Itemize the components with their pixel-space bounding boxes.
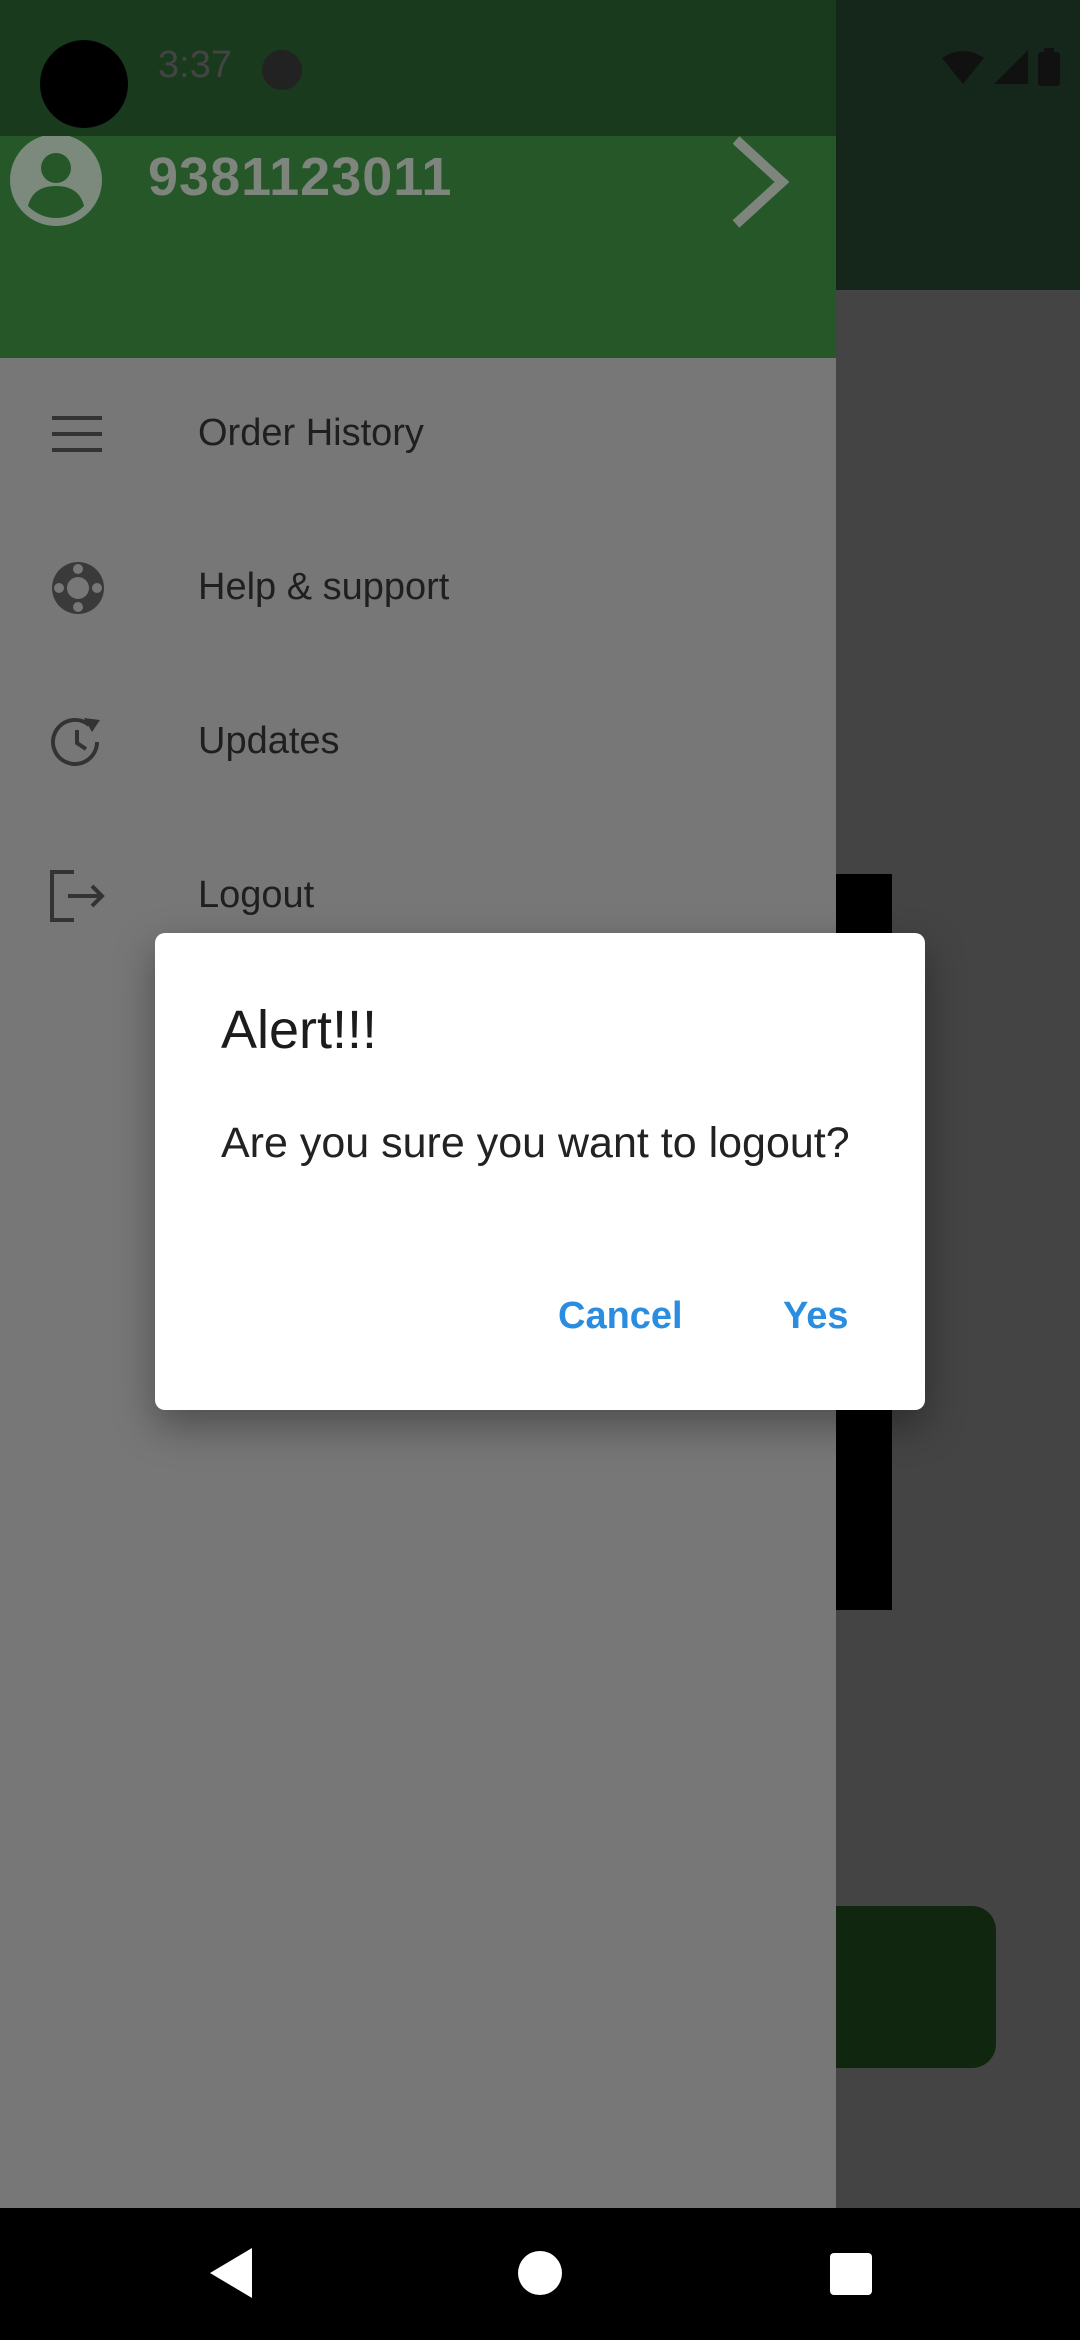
- dialog-message: Are you sure you want to logout?: [221, 1119, 850, 1167]
- drawer-item-order-history[interactable]: Order History: [0, 374, 836, 494]
- account-circle-icon: [10, 134, 102, 226]
- home-icon[interactable]: [505, 2238, 575, 2308]
- lifebuoy-icon: [48, 558, 108, 618]
- battery-icon: [1038, 48, 1060, 91]
- wifi-icon: [942, 50, 984, 89]
- status-icons: [942, 48, 1060, 91]
- menu-lines-icon: [48, 404, 108, 464]
- system-navigation-bar: [0, 2208, 1080, 2340]
- status-time: 3:37: [158, 44, 232, 86]
- logout-icon: [48, 866, 108, 926]
- drawer-item-label: Logout: [198, 874, 315, 916]
- dialog-title: Alert!!!: [221, 1000, 378, 1060]
- yes-button[interactable]: Yes: [783, 1295, 849, 1338]
- drawer-item-label: Help & support: [198, 566, 450, 608]
- recents-icon[interactable]: [815, 2238, 885, 2308]
- drawer-item-help-support[interactable]: Help & support: [0, 528, 836, 648]
- cancel-button[interactable]: Cancel: [558, 1295, 683, 1338]
- drawer-item-updates[interactable]: Updates: [0, 682, 836, 802]
- notification-app-icon: [262, 50, 302, 90]
- status-bar: 3:37: [0, 0, 1080, 136]
- drawer-item-label: Updates: [198, 720, 340, 762]
- signal-icon: [994, 50, 1028, 89]
- chevron-right-icon[interactable]: [726, 132, 796, 232]
- drawer-item-label: Order History: [198, 412, 424, 454]
- user-phone-number: 9381123011: [148, 147, 453, 207]
- back-icon[interactable]: [200, 2238, 270, 2308]
- history-icon: [48, 712, 108, 772]
- camera-cutout: [40, 40, 128, 128]
- logout-alert-dialog: Alert!!! Are you sure you want to logout…: [155, 933, 925, 1410]
- status-bar-background: [0, 0, 836, 136]
